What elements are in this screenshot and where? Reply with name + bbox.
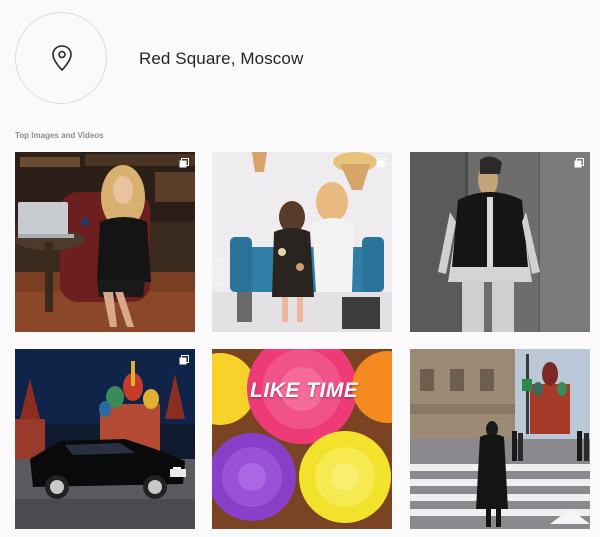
multiple-images-icon (376, 158, 386, 168)
post-tile-street-kremlin[interactable] (410, 349, 590, 529)
post-tile-puffer-vest[interactable] (410, 152, 590, 332)
location-pin-icon (52, 45, 72, 72)
post-tile-cupcakes[interactable]: LIKE TIME (212, 349, 392, 529)
multiple-images-icon (574, 158, 584, 168)
location-header: Red Square, Moscow (0, 0, 600, 120)
post-tile-car-red-square[interactable] (15, 349, 195, 529)
location-title: Red Square, Moscow (139, 49, 304, 68)
post-image (15, 349, 195, 529)
section-label: Top Images and Videos (15, 131, 104, 140)
multiple-images-icon (179, 158, 189, 168)
multiple-images-icon (179, 355, 189, 365)
post-image (212, 152, 392, 332)
post-tile-woman-laptop[interactable] (15, 152, 195, 332)
post-caption-overlay: LIKE TIME (250, 379, 359, 402)
post-image (410, 152, 590, 332)
location-avatar (15, 12, 107, 104)
post-image (212, 349, 392, 529)
post-image (15, 152, 195, 332)
post-image (410, 349, 590, 529)
post-tile-mother-daughter[interactable] (212, 152, 392, 332)
